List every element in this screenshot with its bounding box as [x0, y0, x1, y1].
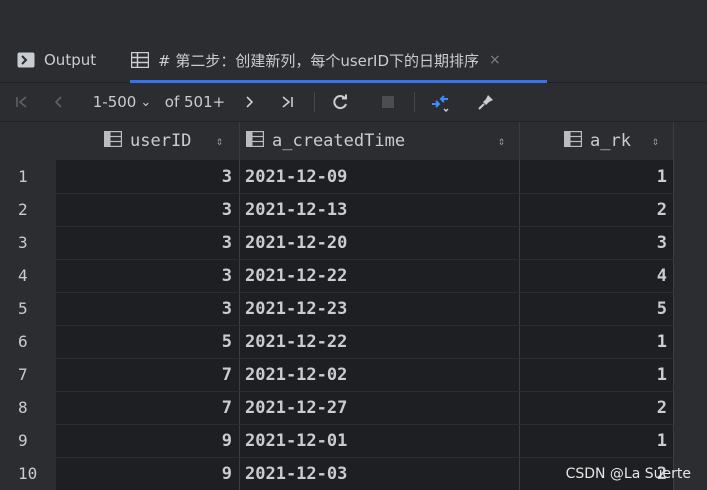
- cell-userID[interactable]: 3: [56, 160, 232, 193]
- row-separator: [56, 391, 673, 392]
- row-number[interactable]: 4: [0, 259, 56, 292]
- cell-a_createdTime[interactable]: 2021-12-23: [245, 292, 515, 325]
- compare-button[interactable]: [424, 83, 456, 121]
- column-divider: [239, 122, 240, 490]
- cell-a_rk[interactable]: 3: [520, 226, 667, 259]
- pin-tab-button[interactable]: [470, 83, 502, 121]
- cell-a_rk[interactable]: 5: [520, 292, 667, 325]
- row-number[interactable]: 10: [0, 457, 56, 490]
- chevron-left-icon: [54, 96, 62, 108]
- cell-a_createdTime[interactable]: 2021-12-01: [245, 424, 515, 457]
- cell-a_createdTime[interactable]: 2021-12-22: [245, 325, 515, 358]
- tab-query-result[interactable]: # 第二步：创建新列，每个userID下的日期排序 ×: [130, 38, 547, 83]
- tab-output-label: Output: [44, 51, 97, 69]
- cell-a_rk[interactable]: 1: [520, 358, 667, 391]
- row-separator: [56, 292, 673, 293]
- column-header-label: a_rk: [590, 131, 631, 151]
- column-icon: [103, 130, 123, 152]
- chevron-down-icon: ⌄: [140, 94, 152, 110]
- column-header-a_rk[interactable]: a_rk ⇕: [563, 122, 673, 160]
- cell-a_rk[interactable]: 1: [520, 325, 667, 358]
- cell-a_createdTime[interactable]: 2021-12-13: [245, 193, 515, 226]
- title-bar: [0, 0, 707, 38]
- sort-icon[interactable]: ⇕: [652, 134, 659, 148]
- row-count: of 501+: [164, 93, 226, 111]
- row-separator: [56, 457, 673, 458]
- stop-button[interactable]: [372, 83, 404, 121]
- refresh-button[interactable]: [324, 83, 356, 121]
- cell-userID[interactable]: 7: [56, 358, 232, 391]
- cell-a_rk[interactable]: 2: [520, 391, 667, 424]
- row-separator: [56, 424, 673, 425]
- toolbar-divider: [414, 92, 415, 112]
- toolbar-divider: [314, 92, 315, 112]
- cell-userID[interactable]: 5: [56, 325, 232, 358]
- sort-icon[interactable]: ⇕: [498, 134, 505, 148]
- row-separator: [56, 226, 673, 227]
- cell-a_createdTime[interactable]: 2021-12-03: [245, 457, 515, 490]
- chevron-right-icon: [246, 96, 254, 108]
- row-number[interactable]: 7: [0, 358, 56, 391]
- row-number[interactable]: 2: [0, 193, 56, 226]
- row-number[interactable]: 6: [0, 325, 56, 358]
- watermark: CSDN @La Suerte: [565, 466, 691, 482]
- next-page-button[interactable]: [236, 83, 262, 121]
- tab-query-result-label: # 第二步：创建新列，每个userID下的日期排序: [158, 51, 480, 70]
- column-icon: [563, 130, 583, 152]
- cell-a_createdTime[interactable]: 2021-12-27: [245, 391, 515, 424]
- compare-icon: [432, 95, 449, 112]
- cell-a_createdTime[interactable]: 2021-12-02: [245, 358, 515, 391]
- last-page-icon: [282, 96, 293, 108]
- cell-userID[interactable]: 3: [56, 193, 232, 226]
- page-range-label: 1-500: [92, 93, 137, 111]
- first-page-icon: [16, 96, 27, 108]
- column-divider: [673, 122, 674, 490]
- page-size-dropdown[interactable]: 1-500 ⌄: [86, 83, 158, 121]
- row-number[interactable]: 9: [0, 424, 56, 457]
- result-toolbar: 1-500 ⌄ of 501+: [0, 83, 707, 122]
- row-separator: [56, 358, 673, 359]
- result-grid: userID ⇕ a_createdTime ⇕ a_rk ⇕ 1 3 2021-1…: [0, 122, 707, 490]
- tab-output[interactable]: Output: [16, 38, 96, 82]
- console-icon: [16, 50, 36, 70]
- cell-a_rk[interactable]: 1: [520, 160, 667, 193]
- row-number[interactable]: 5: [0, 292, 56, 325]
- cell-a_rk[interactable]: 4: [520, 259, 667, 292]
- stop-icon: [382, 96, 394, 108]
- column-header-label: a_createdTime: [272, 131, 406, 151]
- tab-bar: Output # 第二步：创建新列，每个userID下的日期排序 ×: [0, 38, 707, 83]
- table-icon: [130, 50, 150, 70]
- first-page-button[interactable]: [8, 83, 36, 121]
- prev-page-button[interactable]: [46, 83, 72, 121]
- cell-userID[interactable]: 9: [56, 457, 232, 490]
- cell-a_createdTime[interactable]: 2021-12-09: [245, 160, 515, 193]
- cell-userID[interactable]: 3: [56, 226, 232, 259]
- cell-userID[interactable]: 3: [56, 292, 232, 325]
- cell-userID[interactable]: 7: [56, 391, 232, 424]
- row-number[interactable]: 8: [0, 391, 56, 424]
- cell-a_createdTime[interactable]: 2021-12-22: [245, 259, 515, 292]
- column-header-a_createdTime[interactable]: a_createdTime ⇕: [245, 122, 519, 160]
- cell-a_createdTime[interactable]: 2021-12-20: [245, 226, 515, 259]
- sort-icon[interactable]: ⇕: [216, 134, 223, 148]
- column-header-label: userID: [130, 131, 192, 151]
- row-separator: [56, 259, 673, 260]
- column-header-userID[interactable]: userID ⇕: [103, 122, 239, 160]
- cell-a_rk[interactable]: 1: [520, 424, 667, 457]
- row-separator: [56, 325, 673, 326]
- close-icon[interactable]: ×: [489, 52, 501, 68]
- refresh-icon: [333, 94, 347, 110]
- last-page-button[interactable]: [274, 83, 302, 121]
- column-icon: [245, 130, 265, 152]
- row-separator: [56, 193, 673, 194]
- pin-icon: [478, 95, 493, 110]
- cell-userID[interactable]: 3: [56, 259, 232, 292]
- row-number[interactable]: 1: [0, 160, 56, 193]
- cell-a_rk[interactable]: 2: [520, 193, 667, 226]
- cell-userID[interactable]: 9: [56, 424, 232, 457]
- row-number[interactable]: 3: [0, 226, 56, 259]
